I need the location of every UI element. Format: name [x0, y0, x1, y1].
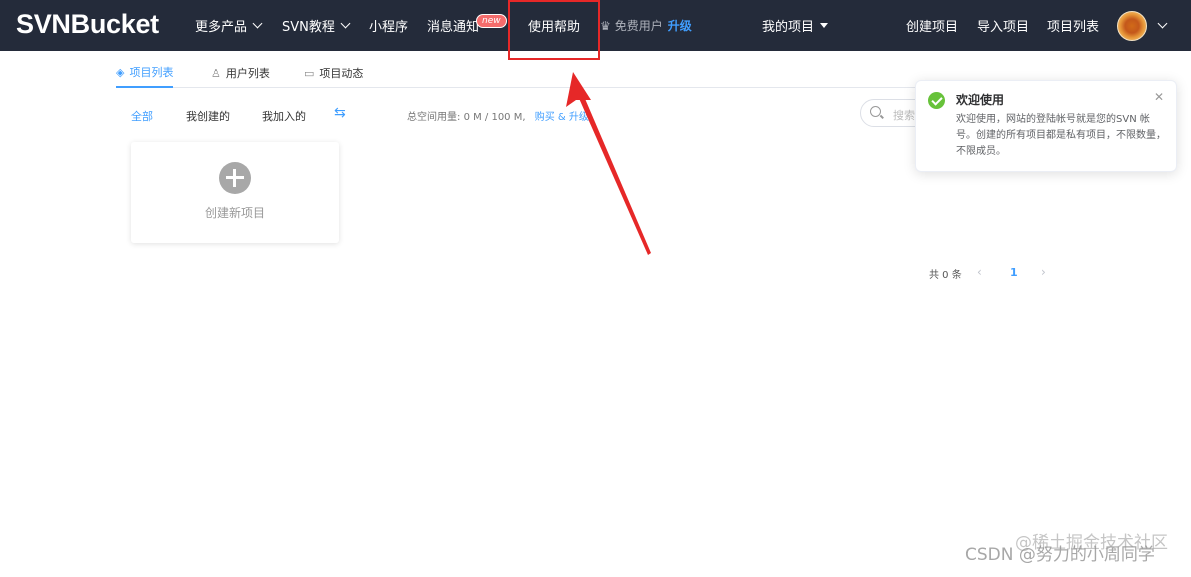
- nav-mini-program[interactable]: 小程序: [369, 0, 408, 51]
- tab-project-list[interactable]: ◈ 项目列表: [116, 58, 174, 88]
- comment-icon: ▭: [304, 66, 315, 80]
- buy-upgrade-link[interactable]: 购买 & 升级: [535, 112, 589, 123]
- chevron-down-icon: [1157, 18, 1168, 29]
- tab-user-list-label: 用户列表: [225, 67, 270, 80]
- nav-my-projects[interactable]: 我的项目: [762, 0, 829, 51]
- pagination-total: 共 0 条: [929, 270, 962, 281]
- nav-more-products[interactable]: 更多产品: [195, 0, 263, 51]
- nav-free-user: ♛ 免费用户 升级: [600, 0, 692, 51]
- notification-body: 欢迎使用，网站的登陆帐号就是您的SVN 帐号。创建的所有项目都是私有项目，不限数…: [956, 114, 1166, 157]
- welcome-notification: 欢迎使用 ✕ 欢迎使用，网站的登陆帐号就是您的SVN 帐号。创建的所有项目都是私…: [915, 80, 1177, 172]
- users-icon: ♙: [211, 66, 221, 80]
- chevron-right-icon[interactable]: ›: [1041, 265, 1046, 279]
- storage-usage: 总空间用量: 0 M / 100 M, 购买 & 升级: [407, 108, 589, 123]
- caret-down-icon: [820, 23, 829, 28]
- nav-import-project-label: 导入项目: [977, 20, 1030, 35]
- chevron-left-icon[interactable]: ‹: [977, 265, 982, 279]
- crown-icon: ♛: [600, 18, 611, 33]
- nav-svn-tutorial[interactable]: SVN教程: [282, 0, 351, 51]
- tab-user-list[interactable]: ♙ 用户列表: [211, 58, 270, 88]
- storage-label: 总空间用量:: [407, 112, 461, 123]
- tab-project-activity[interactable]: ▭ 项目动态: [304, 58, 363, 88]
- tab-project-activity-label: 项目动态: [319, 67, 364, 80]
- page-number[interactable]: 1: [1010, 266, 1018, 279]
- logo[interactable]: SVNBucket: [16, 9, 159, 40]
- create-project-label: 创建新项目: [204, 206, 265, 220]
- nav-my-projects-label: 我的项目: [762, 20, 815, 35]
- layers-icon: ◈: [116, 65, 125, 79]
- plus-icon: [219, 162, 251, 194]
- nav-more-products-label: 更多产品: [195, 20, 248, 35]
- free-user-label: 免费用户: [614, 19, 663, 33]
- upgrade-link[interactable]: 升级: [668, 17, 692, 34]
- nav-project-list[interactable]: 项目列表: [1047, 0, 1099, 51]
- annotation-highlight-box: [508, 0, 600, 60]
- nav-import-project[interactable]: 导入项目: [977, 0, 1029, 51]
- storage-value: 0 M / 100 M,: [463, 112, 526, 123]
- nav-svn-tutorial-label: SVN教程: [282, 20, 335, 35]
- watermark-line1: @稀土掘金技术社区: [1015, 533, 1168, 553]
- nav-messages-label: 消息通知: [427, 20, 480, 35]
- avatar-menu-toggle[interactable]: [1152, 0, 1168, 51]
- search-icon: [870, 106, 881, 117]
- swap-icon[interactable]: ⇆: [334, 105, 346, 121]
- nav-create-project-label: 创建项目: [906, 20, 959, 35]
- nav-messages[interactable]: 消息通知: [427, 0, 479, 51]
- tab-project-list-label: 项目列表: [129, 66, 174, 79]
- notification-title: 欢迎使用: [956, 93, 1005, 107]
- create-project-card[interactable]: 创建新项目: [131, 142, 339, 243]
- watermark: @稀土掘金技术社区 CSDN @努力的小周同学: [965, 533, 1168, 565]
- filter-joined-by-me[interactable]: 我加入的: [262, 108, 306, 124]
- chevron-down-icon: [340, 18, 351, 29]
- new-badge: new: [476, 14, 507, 28]
- filter-created-by-me[interactable]: 我创建的: [186, 108, 230, 124]
- nav-mini-program-label: 小程序: [369, 20, 409, 35]
- check-circle-icon: [928, 92, 945, 109]
- avatar[interactable]: [1117, 11, 1147, 41]
- filter-all[interactable]: 全部: [131, 108, 153, 124]
- project-tabs: ◈ 项目列表 ♙ 用户列表 ▭ 项目动态: [116, 58, 950, 88]
- close-icon[interactable]: ✕: [1154, 90, 1164, 104]
- nav-project-list-label: 项目列表: [1047, 20, 1100, 35]
- search-placeholder: 搜索: [893, 109, 915, 122]
- nav-create-project[interactable]: 创建项目: [906, 0, 958, 51]
- chevron-down-icon: [252, 18, 263, 29]
